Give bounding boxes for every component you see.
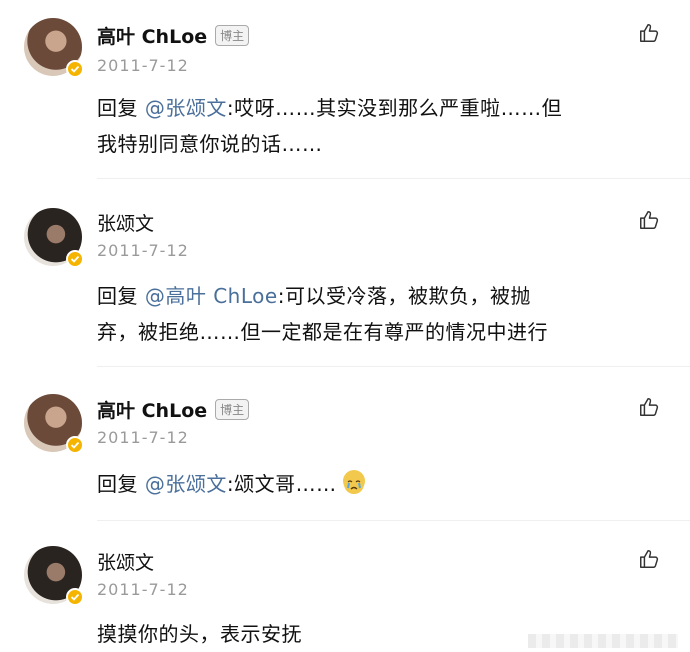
thumbs-up-icon[interactable] (638, 396, 660, 418)
comment-author[interactable]: 高叶 ChLoe 博主 (97, 396, 250, 423)
mention-link[interactable]: @张颂文 (145, 472, 227, 496)
author-name[interactable]: 张颂文 (97, 552, 154, 574)
reply-prefix: 回复 (97, 284, 145, 308)
comment-author[interactable]: 张颂文 (97, 209, 154, 236)
avatar[interactable] (24, 394, 84, 454)
mention-link[interactable]: @高叶 ChLoe (145, 284, 278, 308)
comment-author[interactable]: 张颂文 (97, 548, 154, 575)
divider (97, 366, 690, 367)
verified-badge-icon (66, 250, 84, 268)
avatar[interactable] (24, 18, 84, 78)
reply-prefix: 回复 (97, 472, 145, 496)
divider (97, 178, 690, 179)
author-name[interactable]: 高叶 ChLoe (97, 400, 207, 422)
comment-text-line: :可以受冷落，被欺负，被抛 (277, 284, 531, 308)
watermark (528, 634, 678, 648)
comment-date: 2011-7-12 (97, 580, 189, 599)
comment-text-line: 我特别同意你说的话…… (97, 132, 323, 156)
author-name[interactable]: 高叶 ChLoe (97, 26, 207, 48)
reply-prefix: 回复 (97, 96, 145, 120)
mention-link[interactable]: @张颂文 (145, 96, 227, 120)
thumbs-up-icon[interactable] (638, 548, 660, 570)
comment-date: 2011-7-12 (97, 241, 189, 260)
avatar[interactable] (24, 546, 84, 606)
comment-date: 2011-7-12 (97, 56, 189, 75)
crying-face-emoji-icon (343, 470, 366, 494)
thumbs-up-icon[interactable] (638, 22, 660, 44)
comment-text: 回复 @张颂文:哎呀……其实没到那么严重啦……但 我特别同意你说的话…… (97, 90, 660, 162)
blogger-tag: 博主 (215, 399, 250, 420)
comment-date: 2011-7-12 (97, 428, 189, 447)
divider (97, 520, 690, 521)
blogger-tag: 博主 (215, 25, 250, 46)
thumbs-up-icon[interactable] (638, 209, 660, 231)
comment-text: 回复 @高叶 ChLoe:可以受冷落，被欺负，被抛 弃，被拒绝……但一定都是在有… (97, 278, 660, 350)
comment-text-line: :哎呀……其实没到那么严重啦……但 (226, 96, 563, 120)
author-name[interactable]: 张颂文 (97, 213, 154, 235)
comment-text-line: :颂文哥…… (226, 472, 337, 496)
verified-badge-icon (66, 436, 84, 454)
verified-badge-icon (66, 60, 84, 78)
comment-author[interactable]: 高叶 ChLoe 博主 (97, 22, 250, 49)
verified-badge-icon (66, 588, 84, 606)
comment-text: 回复 @张颂文:颂文哥…… (97, 466, 660, 502)
comment-text-line: 弃，被拒绝……但一定都是在有尊严的情况中进行 (97, 320, 548, 344)
avatar[interactable] (24, 208, 84, 268)
